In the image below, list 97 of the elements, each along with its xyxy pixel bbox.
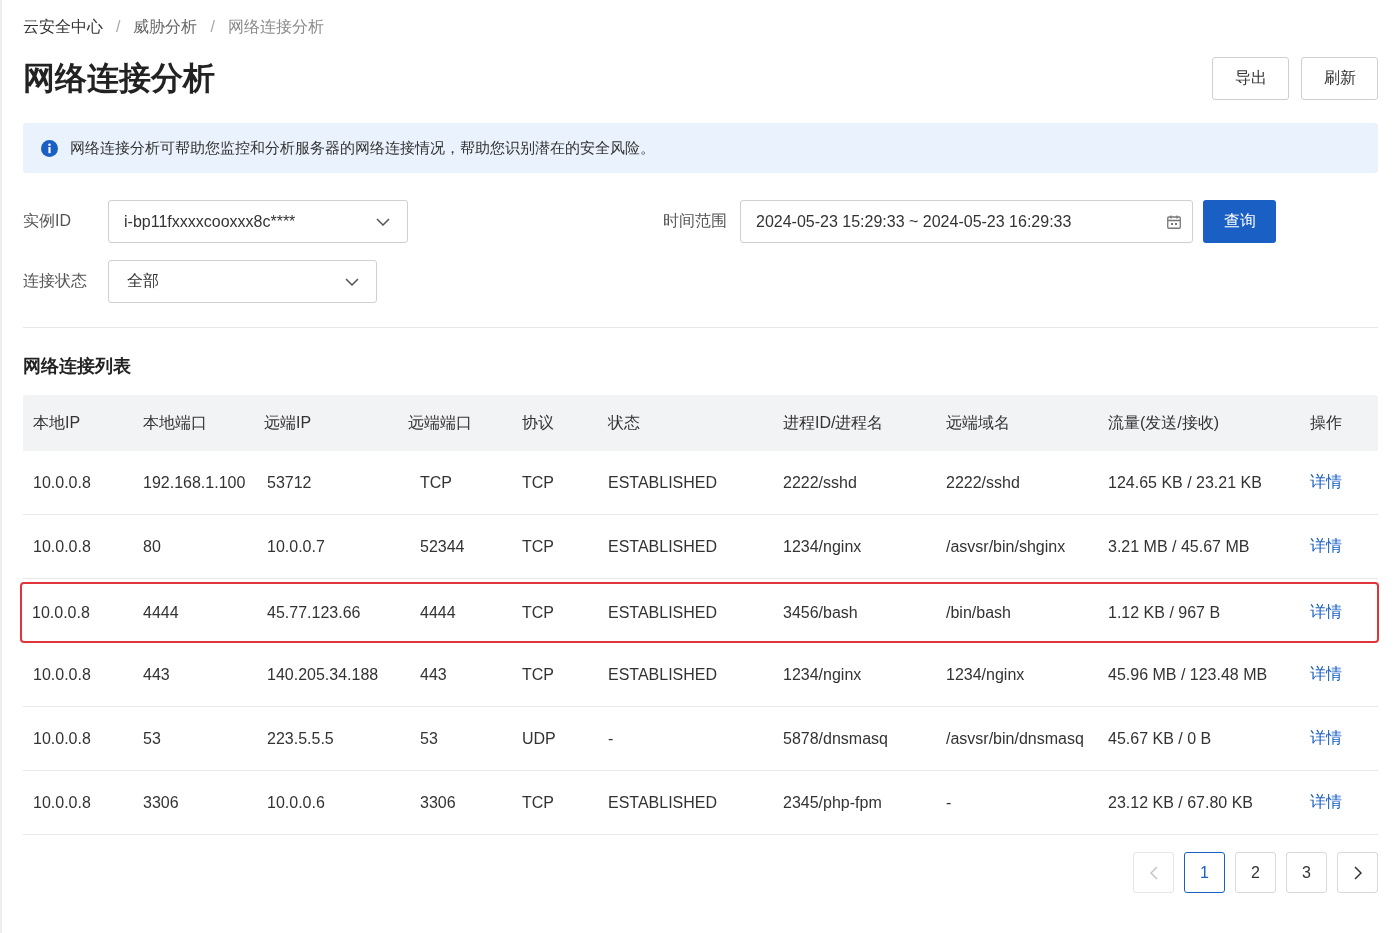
column-header: 本地IP (32, 412, 82, 433)
column-header: 远端IP (263, 412, 313, 433)
table-cell-text: - (945, 793, 953, 812)
table-cell-text: 23.12 KB / 67.80 KB (1107, 793, 1254, 812)
table-cell-text: /asvsr/bin/shginx (945, 537, 1067, 556)
table-cell-text: 2345/php-fpm (782, 793, 883, 812)
table-cell-text: 10.0.0.8 (32, 793, 92, 812)
table-cell-text: /bin/bash (945, 603, 1012, 622)
table-cell-text: 443 (142, 665, 171, 684)
query-button[interactable]: 查询 (1203, 200, 1276, 243)
chevron-down-icon (345, 277, 359, 286)
breadcrumb-separator: / (210, 17, 215, 37)
page-title: 网络连接分析 (23, 59, 215, 98)
table-cell-text: ESTABLISHED (607, 473, 719, 492)
table-cell-text: TCP (521, 793, 555, 812)
table-cell-text: 10.0.0.8 (32, 729, 92, 748)
table-cell-text: 140.205.34.188 (266, 665, 380, 684)
next-page-button[interactable] (1337, 852, 1378, 893)
breadcrumb-current: 网络连接分析 (227, 17, 324, 37)
table-cell-text: 10.0.0.8 (31, 603, 91, 622)
table-cell-text: TCP (521, 537, 555, 556)
column-header: 协议 (521, 412, 555, 433)
table-cell-text: 10.0.0.8 (32, 665, 92, 684)
table-cell-text: 3456/bash (782, 603, 859, 622)
table-cell-text: 10.0.0.8 (32, 473, 92, 492)
field-label: 连接状态 (23, 271, 88, 291)
instance-select[interactable]: i-bp11fxxxxcooxxx8c**** (108, 200, 408, 243)
table-cell-text: TCP (521, 603, 555, 622)
table-cell-text: TCP (419, 473, 453, 492)
field-label: 实例ID (23, 211, 72, 231)
table-cell-text: 1.12 KB / 967 B (1107, 603, 1222, 622)
table-cell-text: 3306 (142, 793, 180, 812)
table-cell-text: 53 (142, 729, 162, 748)
chevron-down-icon (376, 217, 390, 226)
table-cell-text: TCP (521, 473, 555, 492)
date-range-field[interactable]: 2024-05-23 15:29:33 ~ 2024-05-23 16:29:33 (740, 200, 1193, 243)
column-header: 远端端口 (407, 412, 473, 433)
chevron-right-icon (1353, 865, 1362, 880)
details-link[interactable]: 详情 (1310, 472, 1342, 493)
breadcrumb-link[interactable]: 威胁分析 (133, 17, 198, 37)
export-button[interactable]: 导出 (1212, 57, 1289, 100)
alert-text: 网络连接分析可帮助您监控和分析服务器的网络连接情况，帮助您识别潜在的安全风险。 (70, 138, 655, 158)
table-cell-text: ESTABLISHED (607, 603, 719, 622)
table-cell-text: 1234/nginx (945, 665, 1026, 684)
table-cell-text: /asvsr/bin/dnsmasq (945, 729, 1085, 748)
table-cell-text: 1234/nginx (782, 665, 863, 684)
calendar-icon (1167, 214, 1181, 229)
table-cell-text: 53 (419, 729, 439, 748)
section-title: 网络连接列表 (23, 355, 132, 378)
details-link[interactable]: 详情 (1310, 792, 1342, 813)
status-select[interactable]: 全部 (108, 260, 377, 303)
table-cell-text: 124.65 KB / 23.21 KB (1107, 473, 1263, 492)
table-cell-text: 192.168.1.100 (142, 473, 247, 492)
table-cell-text: ESTABLISHED (607, 793, 719, 812)
table-cell-text: 45.77.123.66 (266, 603, 362, 622)
page-button[interactable]: 2 (1235, 852, 1276, 893)
table-cell-text: 45.67 KB / 0 B (1107, 729, 1213, 748)
page-button[interactable]: 3 (1286, 852, 1327, 893)
refresh-button[interactable]: 刷新 (1301, 57, 1378, 100)
table-cell-text: 53712 (266, 473, 313, 492)
table-cell-text: 3306 (419, 793, 457, 812)
field-label: 时间范围 (663, 211, 727, 231)
table-cell-text: 443 (419, 665, 448, 684)
table-cell-text: - (607, 729, 615, 748)
table-cell-text: 10.0.0.8 (32, 537, 92, 556)
column-header: 操作 (1309, 412, 1343, 433)
details-link[interactable]: 详情 (1310, 664, 1342, 685)
table-cell-text: 4444 (419, 603, 457, 622)
chevron-left-icon (1149, 865, 1158, 880)
column-header: 远端域名 (945, 412, 1011, 433)
column-header: 本地端口 (142, 412, 208, 433)
page-button[interactable]: 1 (1184, 852, 1225, 893)
table-cell-text: 3.21 MB / 45.67 MB (1107, 537, 1251, 556)
table-cell-text: 10.0.0.7 (266, 537, 326, 556)
table-cell-text: 2222/sshd (945, 473, 1021, 492)
table-cell-text: ESTABLISHED (607, 537, 719, 556)
column-header: 状态 (607, 412, 641, 433)
column-header: 进程ID/进程名 (782, 412, 885, 433)
table-cell-text: ESTABLISHED (607, 665, 719, 684)
table-cell-text: 10.0.0.6 (266, 793, 326, 812)
column-header: 流量(发送/接收) (1107, 412, 1221, 433)
details-link[interactable]: 详情 (1310, 536, 1342, 557)
table-cell-text: 80 (142, 537, 162, 556)
details-link[interactable]: 详情 (1310, 602, 1342, 623)
table-cell-text: UDP (521, 729, 557, 748)
table-cell-text: 52344 (419, 537, 466, 556)
table-cell-text: 45.96 MB / 123.48 MB (1107, 665, 1269, 684)
breadcrumb-link[interactable]: 云安全中心 (23, 17, 103, 37)
breadcrumb-separator: / (116, 17, 121, 37)
table-cell-text: 4444 (142, 603, 180, 622)
table-cell-text: 2222/sshd (782, 473, 858, 492)
details-link[interactable]: 详情 (1310, 728, 1342, 749)
info-icon (41, 139, 58, 157)
table-cell-text: 223.5.5.5 (266, 729, 335, 748)
table-cell-text: 1234/nginx (782, 537, 863, 556)
table-cell-text: TCP (521, 665, 555, 684)
table-cell-text: 5878/dnsmasq (782, 729, 889, 748)
